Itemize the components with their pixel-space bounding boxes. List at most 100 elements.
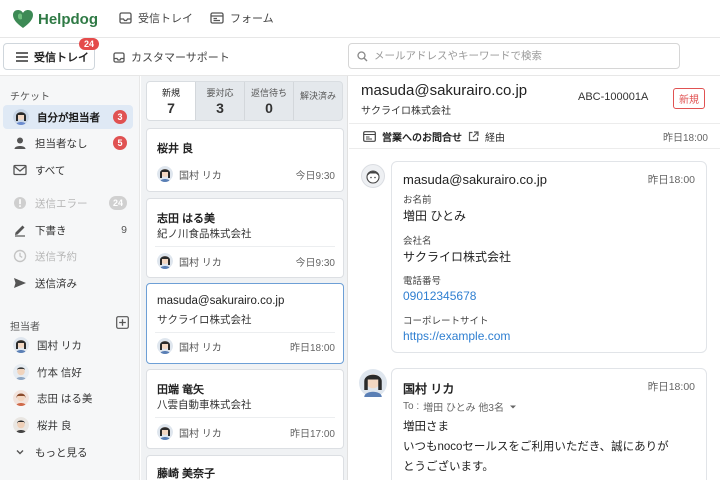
inbox-icon bbox=[119, 12, 132, 24]
helpdog-logo-icon bbox=[13, 10, 33, 28]
person-icon bbox=[14, 137, 26, 149]
field-value: 増田 ひとみ bbox=[403, 209, 466, 223]
avatar bbox=[13, 417, 29, 433]
ticket-assignee: 国村 リカ bbox=[179, 170, 222, 182]
chevron-down-icon bbox=[16, 450, 24, 455]
topnav-inbox-label: 受信トレイ bbox=[138, 13, 193, 25]
count-badge: 5 bbox=[113, 136, 127, 150]
customer-avatar-icon bbox=[361, 164, 385, 188]
tab-new[interactable]: 新規 7 bbox=[147, 82, 196, 120]
sidebar-item-unassigned[interactable]: 担当者なし 5 bbox=[3, 131, 133, 155]
ticket-company: サクライロ株式会社 bbox=[157, 314, 252, 326]
assignee-name: 国村 リカ bbox=[37, 339, 82, 352]
ticket-company: 紀ノ川食品株式会社 bbox=[157, 228, 252, 240]
ticket-card[interactable]: 桜井 良 国村 リカ 今日9:30 bbox=[146, 128, 344, 192]
ticket-source-bar: 営業へのお問合せ 経由 昨日18:00 bbox=[349, 123, 720, 149]
tab-label: 要対応 bbox=[206, 88, 234, 98]
ticket-list-panel: 新規 7 要対応 3 返信待ち 0 解決済み 桜井 良 国村 リカ 今日9:30… bbox=[141, 76, 348, 480]
detail-company: サクライロ株式会社 bbox=[361, 106, 451, 117]
field-label: 会社名 bbox=[403, 236, 432, 247]
field-label: お名前 bbox=[403, 195, 432, 206]
to-label: To : bbox=[403, 401, 420, 412]
tab-resolved[interactable]: 解決済み bbox=[294, 82, 342, 120]
external-link-icon[interactable] bbox=[468, 130, 479, 142]
ticket-card-selected[interactable]: masuda@sakurairo.co.jp サクライロ株式会社 国村 リカ 昨… bbox=[146, 283, 344, 364]
assignee-item[interactable]: 桜井 良 bbox=[3, 413, 133, 437]
assignee-name: 桜井 良 bbox=[37, 419, 72, 432]
sidebar-item-drafts[interactable]: 下書き 9 bbox=[3, 218, 133, 242]
body-line: とうございます。 bbox=[403, 461, 494, 473]
search-bar[interactable] bbox=[348, 43, 680, 69]
sidebar-item-label: 自分が担当者 bbox=[37, 111, 100, 124]
sidebar-item-assigned-to-me[interactable]: 自分が担当者 3 bbox=[3, 105, 133, 129]
assignee-item[interactable]: 志田 はる美 bbox=[3, 386, 133, 410]
recipients-toggle[interactable]: To : 増田 ひとみ 他3名 bbox=[403, 399, 518, 414]
tab-needs-action[interactable]: 要対応 3 bbox=[196, 82, 245, 120]
via-label: 経由 bbox=[485, 132, 505, 144]
ticket-footer: 国村 リカ 今日9:30 bbox=[157, 253, 335, 269]
sidebar: チケット 自分が担当者 3 担当者なし 5 すべて 送信エラー 24 下書き 9… bbox=[0, 76, 140, 480]
divider bbox=[155, 246, 335, 247]
ticket-card[interactable]: 藤崎 美奈子 bbox=[146, 455, 344, 480]
tab-count: 0 bbox=[265, 100, 273, 116]
body-line: 増田さま bbox=[403, 421, 449, 433]
status-tabs: 新規 7 要対応 3 返信待ち 0 解決済み bbox=[146, 81, 343, 121]
team-selector[interactable]: カスタマーサポート bbox=[113, 49, 230, 65]
message-body: 増田さま いつもnocoセールスをご利用いただき、誠にありが とうございます。 bbox=[403, 417, 669, 477]
website-link[interactable]: https://example.com bbox=[403, 329, 510, 343]
phone-link[interactable]: 09012345678 bbox=[403, 289, 476, 303]
tab-label: 解決済み bbox=[299, 91, 336, 101]
pencil-icon bbox=[15, 225, 25, 237]
ticket-card[interactable]: 田端 竜矢 八雲自動車株式会社 国村 リカ 昨日17:00 bbox=[146, 369, 344, 449]
clock-icon bbox=[13, 249, 27, 263]
ticket-name: 志田 はる美 bbox=[157, 213, 216, 225]
tab-label: 返信待ち bbox=[250, 88, 287, 98]
ticket-footer: 国村 リカ 昨日17:00 bbox=[157, 424, 335, 440]
inbox-count-badge: 24 bbox=[79, 38, 100, 50]
hamburger-icon bbox=[16, 51, 28, 62]
avatar bbox=[157, 166, 173, 182]
message-sender: 国村 リカ bbox=[403, 382, 455, 396]
ticket-assignee: 国村 リカ bbox=[179, 428, 222, 440]
tickets-heading: チケット bbox=[10, 92, 50, 103]
caret-down-icon bbox=[509, 405, 516, 408]
field-label: 電話番号 bbox=[403, 276, 442, 287]
sidebar-item-sent[interactable]: 送信済み bbox=[3, 271, 133, 295]
ticket-name: 田端 竜矢 bbox=[157, 384, 205, 396]
assignee-item[interactable]: 竹本 信好 bbox=[3, 360, 133, 384]
avatar bbox=[13, 337, 29, 353]
show-more-button[interactable]: もっと見る bbox=[3, 440, 133, 464]
mail-icon bbox=[13, 164, 27, 176]
assignee-name: 志田 はる美 bbox=[37, 392, 93, 405]
avatar bbox=[13, 390, 29, 406]
source-time: 昨日18:00 bbox=[662, 132, 708, 144]
status-badge[interactable]: 新規 bbox=[673, 88, 705, 109]
form-submission-message: masuda@sakurairo.co.jp 昨日18:00 お名前 増田 ひと… bbox=[391, 161, 707, 353]
sidebar-item-label: 下書き bbox=[35, 224, 67, 237]
add-assignee-icon[interactable] bbox=[116, 316, 129, 329]
sidebar-item-all[interactable]: すべて bbox=[3, 158, 133, 182]
sidebar-item-scheduled[interactable]: 送信予約 bbox=[3, 244, 133, 268]
message-sender: masuda@sakurairo.co.jp bbox=[403, 172, 547, 187]
sidebar-item-label: すべて bbox=[35, 164, 66, 177]
topnav-form[interactable]: フォーム bbox=[210, 10, 274, 26]
sidebar-item-send-error[interactable]: 送信エラー 24 bbox=[3, 191, 133, 215]
ticket-detail: masuda@sakurairo.co.jp サクライロ株式会社 ABC-100… bbox=[349, 76, 720, 480]
topnav-form-label: フォーム bbox=[230, 13, 274, 25]
ticket-company: 八雲自動車株式会社 bbox=[157, 399, 252, 411]
avatar bbox=[13, 109, 29, 125]
count-badge: 24 bbox=[108, 196, 127, 210]
tab-label: 新規 bbox=[161, 88, 180, 98]
ticket-card[interactable]: 志田 はる美 紀ノ川食品株式会社 国村 リカ 今日9:30 bbox=[146, 198, 344, 278]
send-icon bbox=[14, 278, 26, 288]
assignee-item[interactable]: 国村 リカ bbox=[3, 333, 133, 357]
tab-awaiting-reply[interactable]: 返信待ち 0 bbox=[245, 82, 294, 120]
error-icon bbox=[14, 197, 26, 209]
app-logo[interactable]: Helpdog bbox=[12, 9, 98, 29]
source-form-name: 営業へのお問合せ bbox=[382, 132, 462, 144]
ticket-assignee: 国村 リカ bbox=[179, 257, 222, 269]
topnav-inbox[interactable]: 受信トレイ bbox=[119, 10, 193, 26]
top-navbar: Helpdog 受信トレイ フォーム bbox=[0, 0, 720, 38]
search-input[interactable] bbox=[374, 50, 664, 62]
search-icon bbox=[357, 50, 368, 61]
